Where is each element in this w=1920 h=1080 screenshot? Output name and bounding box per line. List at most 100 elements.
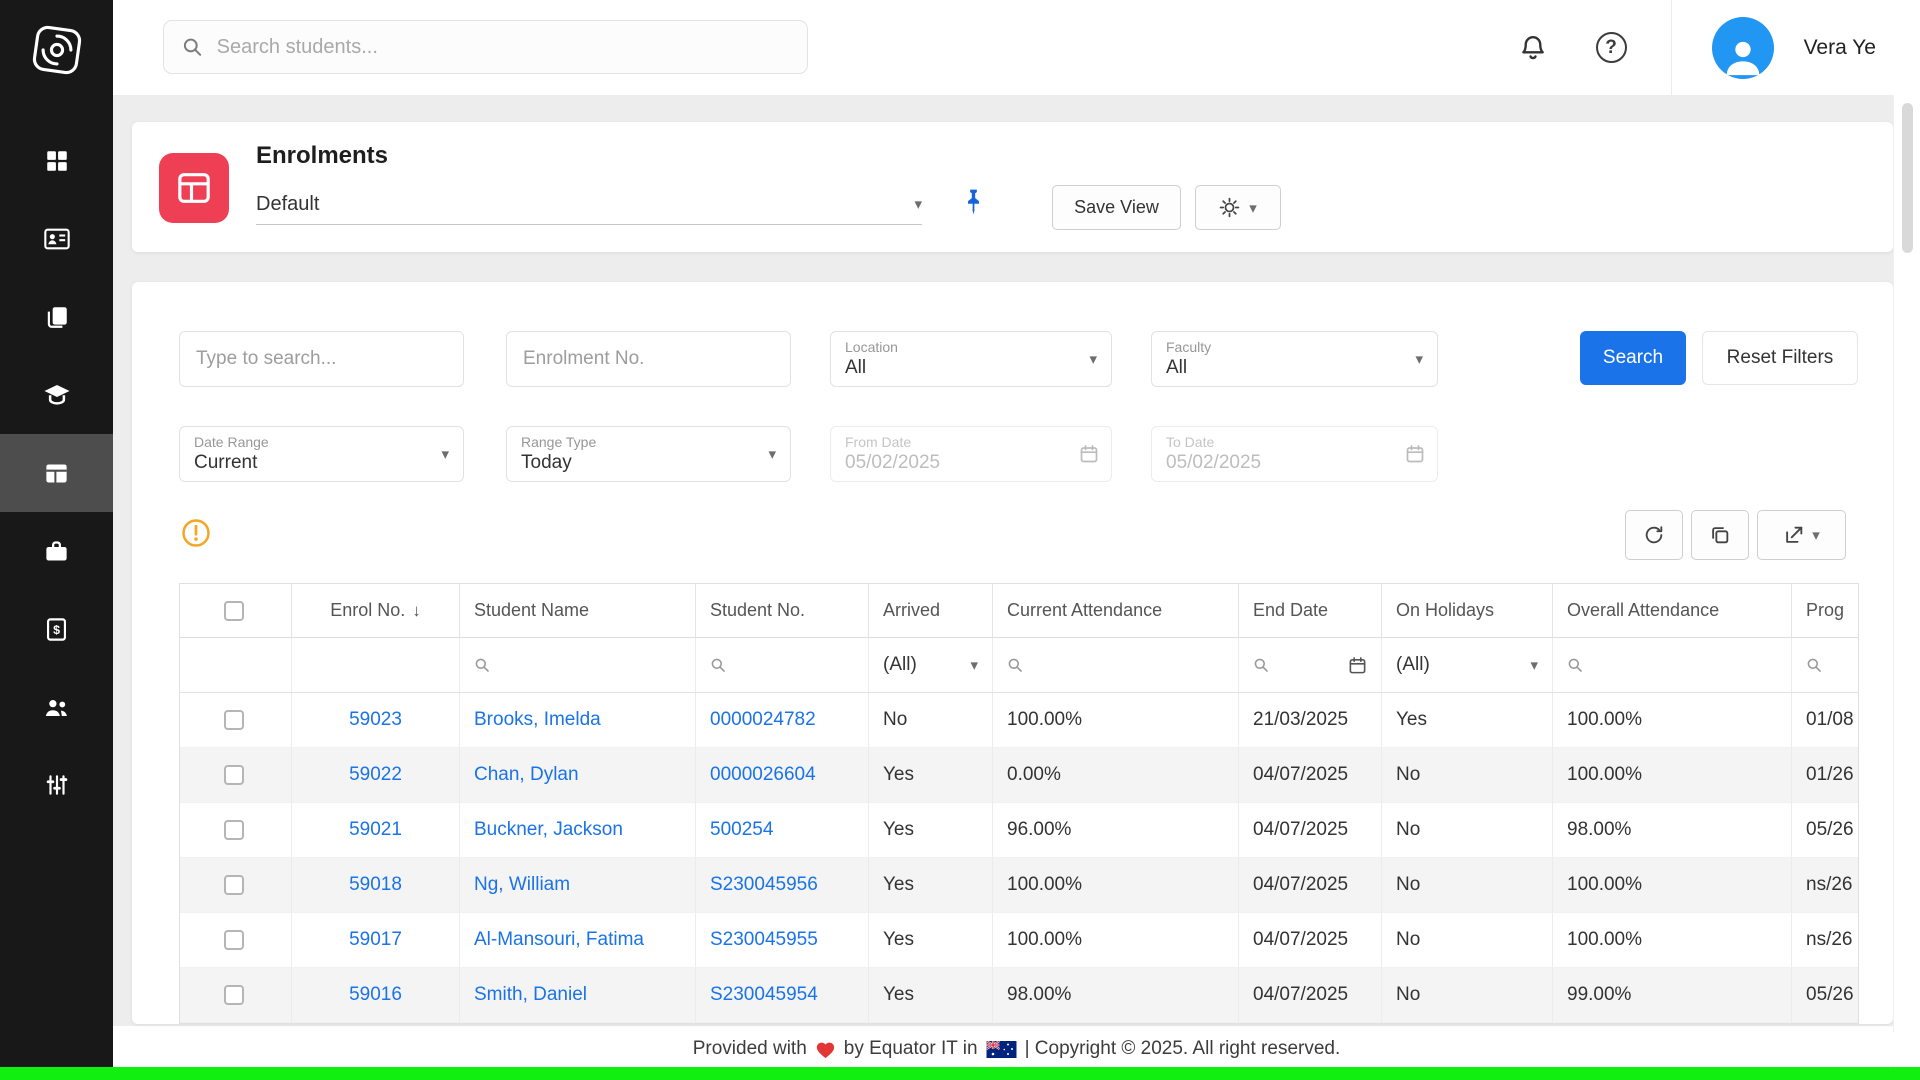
filter-cell-student-no[interactable] [696,638,869,693]
table-row[interactable]: 59017Al-Mansouri, FatimaS230045955Yes100… [180,913,1859,968]
header-on-holidays[interactable]: On Holidays [1382,584,1553,638]
cell-student-name: Smith, Daniel [460,968,696,1023]
cell-link[interactable]: 59016 [349,984,402,1006]
save-view-button[interactable]: Save View [1052,185,1181,230]
sidebar-item-agents[interactable] [0,668,113,746]
table-row[interactable]: 59023Brooks, Imelda0000024782No100.00%21… [180,693,1859,748]
table-row[interactable]: 59016Smith, DanielS230045954Yes98.00%04/… [180,968,1859,1023]
cell-link[interactable]: Smith, Daniel [474,984,587,1006]
app-logo[interactable] [0,0,113,100]
enrolment-no-input[interactable] [506,331,791,387]
table-row[interactable]: 59022Chan, Dylan0000026604Yes0.00%04/07/… [180,748,1859,803]
cell-link[interactable]: 59017 [349,929,402,951]
pending-changes-indicator[interactable] [181,518,211,548]
row-checkbox[interactable] [224,765,244,785]
row-checkbox[interactable] [224,710,244,730]
view-selector[interactable]: Default ▾ [256,184,922,225]
select-all-checkbox[interactable] [224,601,244,621]
filter-cell-overall-attendance[interactable] [1553,638,1792,693]
from-date-input[interactable]: From Date 05/02/2025 [830,426,1112,482]
header-student-no[interactable]: Student No. [696,584,869,638]
header-student-name[interactable]: Student Name [460,584,696,638]
cell-enrol-no: 59018 [292,858,460,913]
sidebar-item-finance[interactable]: $ [0,590,113,668]
cell-text: 04/07/2025 [1253,929,1348,951]
table-row[interactable]: 59021Buckner, Jackson500254Yes96.00%04/0… [180,803,1859,858]
filter-cell-student-name[interactable] [460,638,696,693]
cell-link[interactable]: 59023 [349,709,402,731]
user-name[interactable]: Vera Ye [1804,36,1876,60]
filter-cell-arrived[interactable]: (All) ▾ [869,638,993,693]
table-row[interactable]: 59018Ng, WilliamS230045956Yes100.00%04/0… [180,858,1859,913]
filter-cell-enrol-no[interactable] [292,638,460,693]
keyword-search-input[interactable] [179,331,464,387]
reset-filters-button[interactable]: Reset Filters [1702,331,1858,385]
footer: Provided with by Equator IT in | Copyrig… [113,1032,1920,1066]
cell-link[interactable]: Buckner, Jackson [474,819,623,841]
cell-link[interactable]: Al-Mansouri, Fatima [474,929,644,951]
cell-text: 01/08 [1806,709,1854,731]
sidebar-item-services[interactable] [0,512,113,590]
search-input[interactable] [215,35,789,60]
cell-link[interactable]: S230045954 [710,984,818,1006]
range-type-select[interactable]: Range Type Today ▾ [506,426,791,482]
filter-cell-end-date[interactable] [1239,638,1382,693]
row-checkbox[interactable] [224,820,244,840]
cell-link[interactable]: 59018 [349,874,402,896]
sidebar-item-dashboard[interactable] [0,122,113,200]
cell-text: 98.00% [1007,984,1071,1006]
to-date-input[interactable]: To Date 05/02/2025 [1151,426,1438,482]
sidebar-item-enrolments[interactable] [0,434,113,512]
header-prog[interactable]: Prog [1792,584,1859,638]
cell-prog: ns/26 [1792,858,1859,913]
cell-current-attendance: 100.00% [993,858,1239,913]
avatar[interactable] [1712,17,1774,79]
header-overall-attendance[interactable]: Overall Attendance [1553,584,1792,638]
cell-link[interactable]: 500254 [710,819,773,841]
view-settings-button[interactable]: ▾ [1195,185,1281,230]
cell-text: 96.00% [1007,819,1071,841]
cell-text: 01/26 [1806,764,1854,786]
date-range-select[interactable]: Date Range Current ▾ [179,426,464,482]
row-checkbox[interactable] [224,985,244,1005]
cell-link[interactable]: Ng, William [474,874,570,896]
copy-grid-button[interactable] [1691,510,1749,560]
date-range-value: Current [194,451,449,475]
row-checkbox[interactable] [224,875,244,895]
filter-cell-on-holidays[interactable]: (All) ▾ [1382,638,1553,693]
cell-link[interactable]: 59021 [349,819,402,841]
notifications-button[interactable] [1518,33,1548,63]
row-checkbox[interactable] [224,930,244,950]
cell-link[interactable]: Brooks, Imelda [474,709,601,731]
faculty-select[interactable]: Faculty All ▾ [1151,331,1438,387]
view-selector-value: Default [256,193,319,216]
cell-link[interactable]: 59022 [349,764,402,786]
page-title: Enrolments [256,142,388,170]
cell-student-no: 500254 [696,803,869,858]
pin-view-button[interactable] [960,188,987,217]
cell-link[interactable]: S230045955 [710,929,818,951]
cell-text: 0.00% [1007,764,1061,786]
header-end-date[interactable]: End Date [1239,584,1382,638]
header-current-attendance[interactable]: Current Attendance [993,584,1239,638]
export-button[interactable]: ▾ [1757,510,1846,560]
cell-link[interactable]: 0000024782 [710,709,816,731]
help-button[interactable]: ? [1596,32,1627,63]
header-arrived[interactable]: Arrived [869,584,993,638]
filter-cell-current-attendance[interactable] [993,638,1239,693]
search-button[interactable]: Search [1580,331,1686,385]
sidebar-item-documents[interactable] [0,278,113,356]
header-enrol-no[interactable]: Enrol No. ↓ [292,584,460,638]
cell-link[interactable]: 0000026604 [710,764,816,786]
cell-link[interactable]: S230045956 [710,874,818,896]
chevron-down-icon: ▾ [768,445,776,463]
filter-cell-prog[interactable] [1792,638,1859,693]
refresh-button[interactable] [1625,510,1683,560]
sidebar-item-settings[interactable] [0,746,113,824]
page-scrollbar-thumb[interactable] [1902,103,1913,253]
sidebar-item-students[interactable] [0,200,113,278]
sidebar-item-courses[interactable] [0,356,113,434]
cell-link[interactable]: Chan, Dylan [474,764,579,786]
location-select[interactable]: Location All ▾ [830,331,1112,387]
cell-text: 100.00% [1567,709,1642,731]
